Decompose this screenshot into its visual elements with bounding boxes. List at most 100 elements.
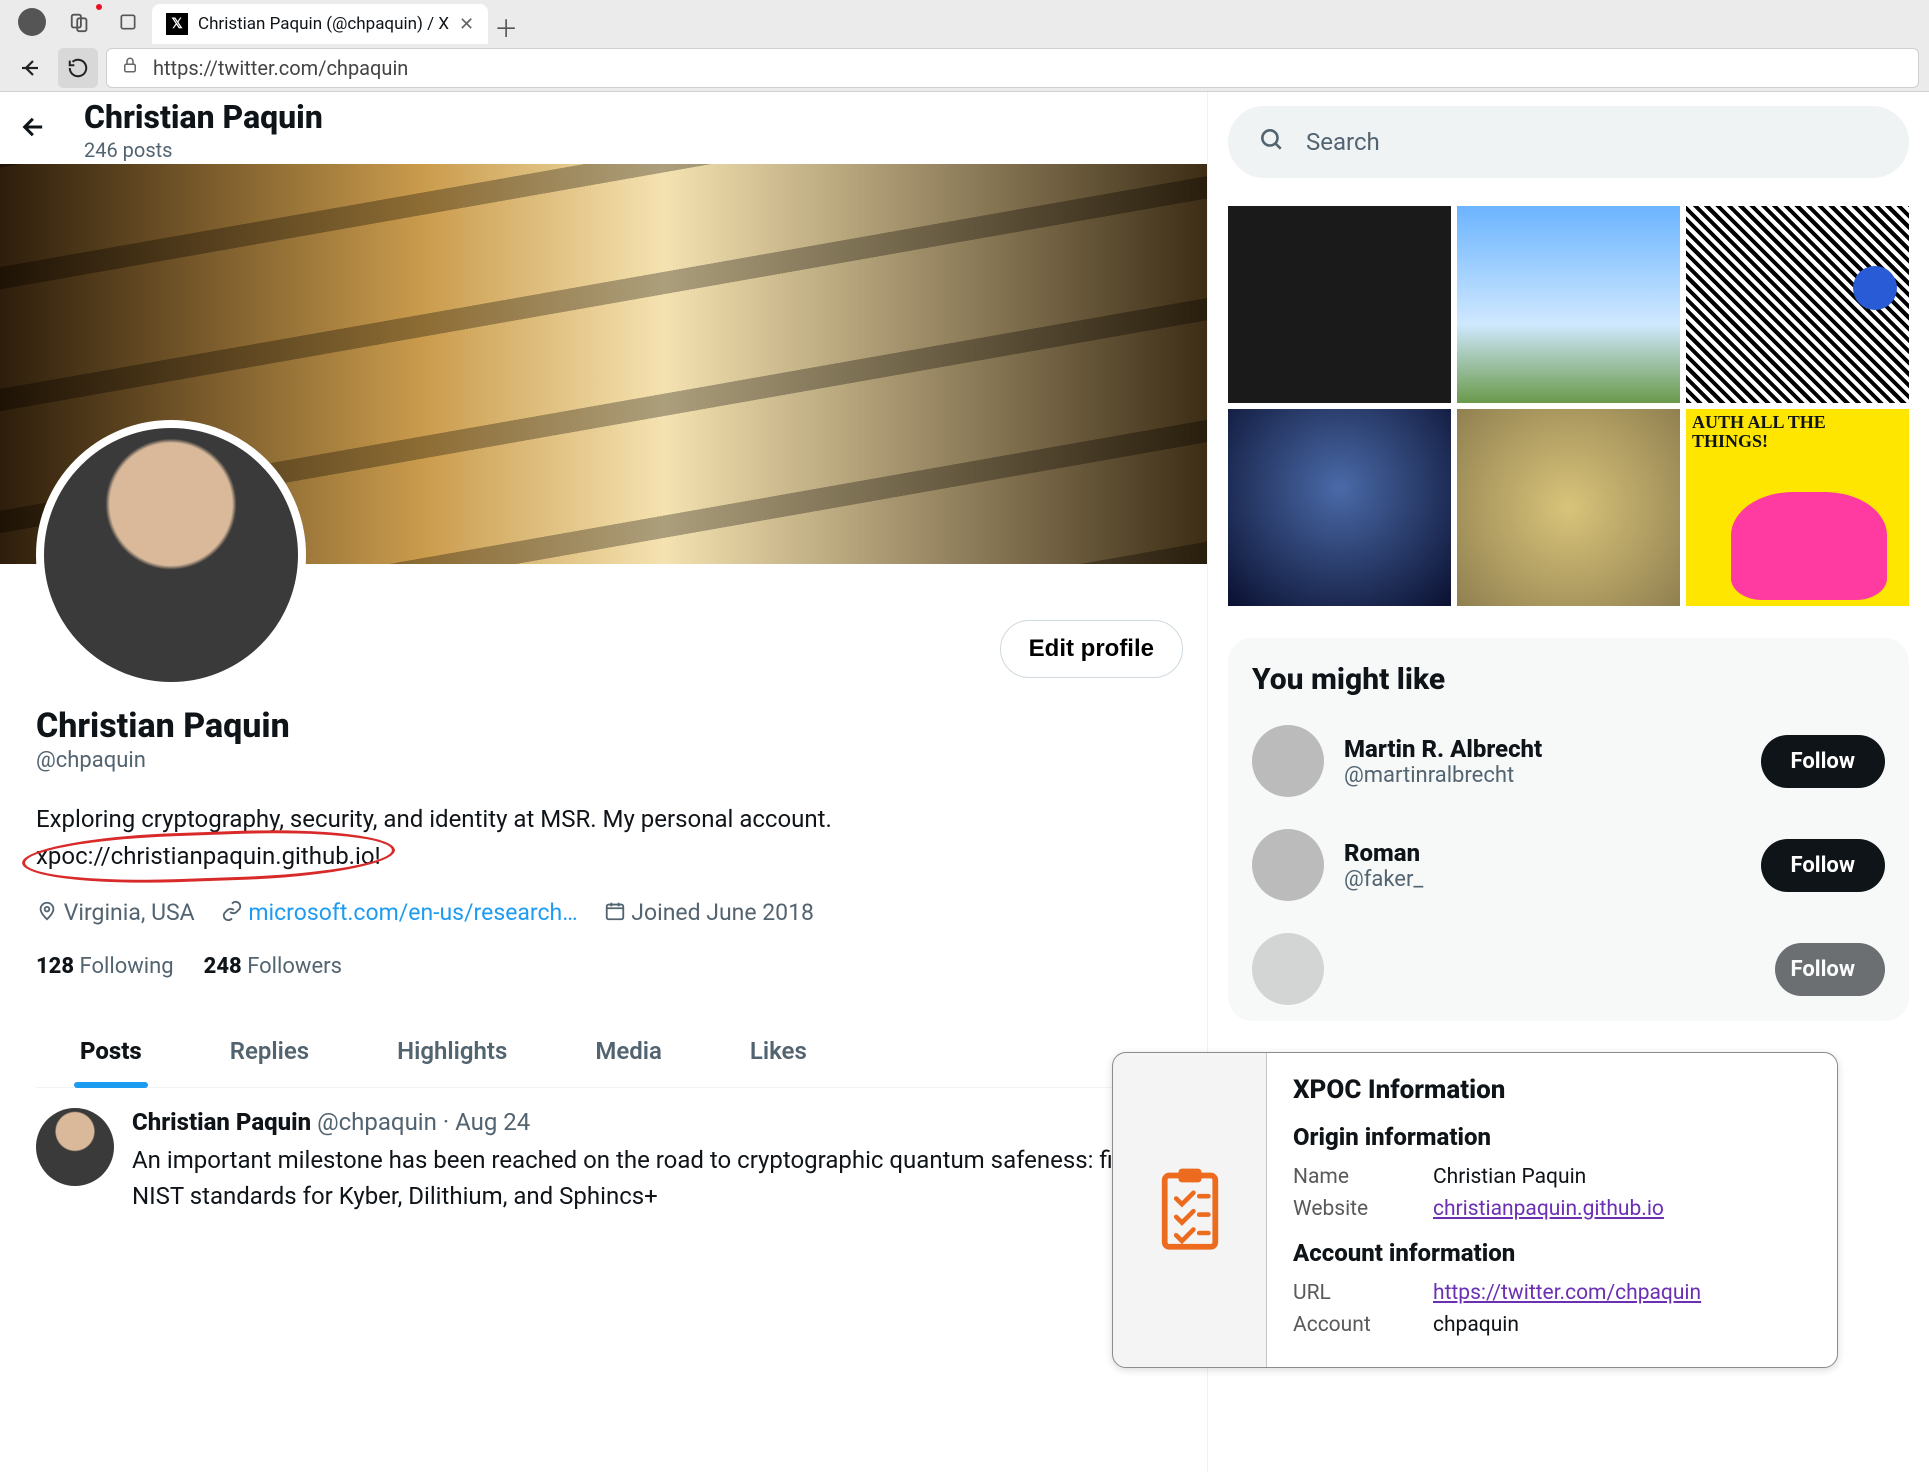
tab-close-button[interactable]: ✕ bbox=[459, 14, 474, 35]
followers[interactable]: 248 Followers bbox=[204, 954, 342, 979]
you-might-like: You might like Martin R. Albrecht @marti… bbox=[1228, 638, 1909, 1021]
xpoc-title: XPOC Information bbox=[1293, 1075, 1811, 1105]
xpoc-row: Website christianpaquin.github.io bbox=[1293, 1193, 1811, 1225]
avatar-icon bbox=[1252, 933, 1324, 1005]
xpoc-row: URL https://twitter.com/chpaquin bbox=[1293, 1277, 1811, 1309]
xpoc-content: XPOC Information Origin information Name… bbox=[1267, 1053, 1837, 1367]
browser-chrome: 𝕏 Christian Paquin (@chpaquin) / X ✕ ＋ h… bbox=[0, 0, 1929, 92]
bio: Exploring cryptography, security, and id… bbox=[36, 801, 1171, 875]
location-text: Virginia, USA bbox=[64, 899, 195, 926]
x-logo-icon: 𝕏 bbox=[166, 13, 188, 35]
media-thumb[interactable] bbox=[1457, 206, 1680, 403]
tab-actions-button[interactable] bbox=[106, 4, 150, 40]
website-link: microsoft.com/en-us/research… bbox=[248, 899, 577, 926]
joined: Joined June 2018 bbox=[604, 899, 814, 928]
suggestion[interactable]: Follow bbox=[1228, 917, 1909, 1021]
yml-title: You might like bbox=[1228, 662, 1909, 709]
xpoc-key: Account bbox=[1293, 1313, 1433, 1337]
address-bar[interactable]: https://twitter.com/chpaquin bbox=[106, 48, 1919, 88]
tab-strip: 𝕏 Christian Paquin (@chpaquin) / X ✕ ＋ bbox=[0, 0, 1929, 44]
display-name: Christian Paquin bbox=[36, 706, 1171, 746]
tab-active[interactable]: 𝕏 Christian Paquin (@chpaquin) / X ✕ bbox=[152, 4, 488, 44]
page: Christian Paquin 246 posts Edit profile … bbox=[0, 92, 1929, 1472]
xpoc-key: Name bbox=[1293, 1165, 1433, 1189]
notification-dot-icon bbox=[94, 2, 104, 12]
workspaces-button[interactable] bbox=[58, 4, 102, 40]
suggestion-text: Martin R. Albrecht @martinralbrecht bbox=[1344, 735, 1542, 788]
search-icon bbox=[1258, 126, 1284, 158]
profile-tabs: Posts Replies Highlights Media Likes bbox=[36, 1015, 1171, 1088]
search-placeholder: Search bbox=[1306, 128, 1380, 156]
following-label: Following bbox=[80, 954, 174, 979]
xpoc-account-heading: Account information bbox=[1293, 1239, 1811, 1267]
tab-replies[interactable]: Replies bbox=[186, 1015, 353, 1087]
tweet[interactable]: Christian Paquin @chpaquin · Aug 24 An i… bbox=[0, 1088, 1207, 1214]
xpoc-uri: xpoc://christianpaquin.github.io! bbox=[36, 838, 381, 875]
bio-text: Exploring cryptography, security, and id… bbox=[36, 805, 832, 833]
follow-button[interactable]: Follow bbox=[1775, 943, 1886, 996]
xpoc-popup: XPOC Information Origin information Name… bbox=[1112, 1052, 1838, 1368]
tweet-avatar[interactable] bbox=[36, 1108, 114, 1186]
tab-actions-icon bbox=[118, 12, 138, 32]
suggestion[interactable]: Martin R. Albrecht @martinralbrecht Foll… bbox=[1228, 709, 1909, 813]
media-thumb[interactable] bbox=[1228, 409, 1451, 606]
profile-button[interactable] bbox=[10, 4, 54, 40]
profile-header: Christian Paquin 246 posts bbox=[0, 92, 1207, 164]
browser-toolbar: https://twitter.com/chpaquin bbox=[0, 44, 1929, 92]
url-text: https://twitter.com/chpaquin bbox=[153, 56, 408, 80]
xpoc-value: christianpaquin.github.io bbox=[1433, 1197, 1664, 1221]
xpoc-url-link[interactable]: https://twitter.com/chpaquin bbox=[1433, 1281, 1701, 1305]
search-input[interactable]: Search bbox=[1228, 106, 1909, 178]
profile-meta: Virginia, USA microsoft.com/en-us/resear… bbox=[36, 899, 1171, 928]
suggestion[interactable]: Roman @faker_ Follow bbox=[1228, 813, 1909, 917]
joined-text: Joined June 2018 bbox=[631, 899, 814, 926]
following[interactable]: 128 Following bbox=[36, 954, 174, 979]
xpoc-value: chpaquin bbox=[1433, 1313, 1519, 1337]
follow-counts: 128 Following 248 Followers bbox=[36, 954, 1171, 979]
suggestion-handle: @martinralbrecht bbox=[1344, 763, 1542, 788]
avatar-icon bbox=[18, 8, 46, 36]
xpoc-key: Website bbox=[1293, 1197, 1433, 1221]
followers-label: Followers bbox=[247, 954, 342, 979]
reload-icon bbox=[67, 57, 89, 79]
followers-count: 248 bbox=[204, 954, 242, 979]
profile-column: Christian Paquin 246 posts Edit profile … bbox=[0, 92, 1208, 1472]
avatar-icon bbox=[1252, 725, 1324, 797]
media-thumb[interactable] bbox=[1686, 409, 1909, 606]
tab-media[interactable]: Media bbox=[551, 1015, 706, 1087]
media-grid bbox=[1228, 206, 1909, 606]
calendar-icon bbox=[604, 900, 626, 928]
follow-button[interactable]: Follow bbox=[1761, 735, 1886, 788]
back-button[interactable] bbox=[10, 48, 50, 88]
xpoc-origin-heading: Origin information bbox=[1293, 1123, 1811, 1151]
avatar-icon bbox=[1252, 829, 1324, 901]
xpoc-row: Account chpaquin bbox=[1293, 1309, 1811, 1341]
profile-banner[interactable] bbox=[0, 164, 1207, 564]
media-thumb[interactable] bbox=[1228, 206, 1451, 403]
new-tab-button[interactable]: ＋ bbox=[488, 8, 524, 44]
reload-button[interactable] bbox=[58, 48, 98, 88]
tab-title: Christian Paquin (@chpaquin) / X bbox=[198, 14, 449, 34]
tweet-author: Christian Paquin bbox=[132, 1108, 311, 1136]
website[interactable]: microsoft.com/en-us/research… bbox=[221, 899, 578, 928]
tab-likes[interactable]: Likes bbox=[706, 1015, 851, 1087]
clipboard-check-icon bbox=[1150, 1164, 1230, 1256]
edit-profile-button[interactable]: Edit profile bbox=[1000, 620, 1183, 678]
xpoc-value: https://twitter.com/chpaquin bbox=[1433, 1281, 1701, 1305]
page-title: Christian Paquin bbox=[84, 98, 323, 136]
tab-highlights[interactable]: Highlights bbox=[353, 1015, 551, 1087]
lock-icon bbox=[121, 55, 139, 80]
follow-button[interactable]: Follow bbox=[1761, 839, 1886, 892]
xpoc-website-link[interactable]: christianpaquin.github.io bbox=[1433, 1197, 1664, 1221]
tab-posts[interactable]: Posts bbox=[36, 1015, 186, 1087]
back-arrow-button[interactable] bbox=[20, 113, 48, 148]
tweet-body: An important milestone has been reached … bbox=[132, 1142, 1171, 1214]
media-thumb[interactable] bbox=[1686, 206, 1909, 403]
arrow-left-icon bbox=[20, 113, 48, 141]
tweet-content: Christian Paquin @chpaquin · Aug 24 An i… bbox=[132, 1108, 1171, 1214]
xpoc-row: Name Christian Paquin bbox=[1293, 1161, 1811, 1193]
media-thumb[interactable] bbox=[1457, 409, 1680, 606]
profile-header-text: Christian Paquin 246 posts bbox=[84, 98, 323, 162]
arrow-left-icon bbox=[18, 56, 42, 80]
suggestion-handle: @faker_ bbox=[1344, 867, 1423, 892]
